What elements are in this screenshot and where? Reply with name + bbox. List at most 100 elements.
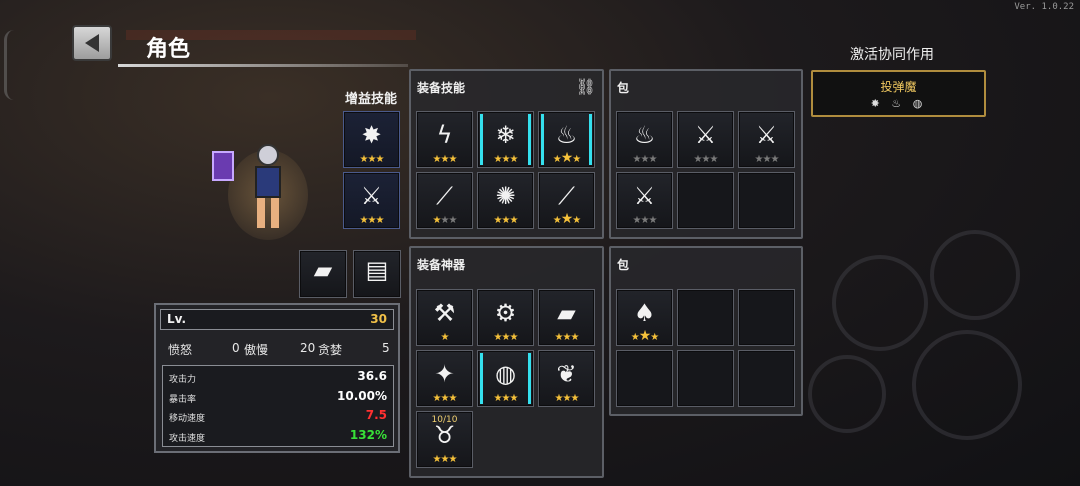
star-filled-icon: ★ — [509, 154, 518, 165]
empty-slot[interactable] — [677, 289, 734, 346]
background-arc — [4, 30, 20, 100]
star-rating: ★★★ — [417, 154, 472, 166]
burst-icon: ✺ — [495, 182, 516, 211]
fire-orb-icon: ♨ — [633, 121, 656, 150]
fire-orb-icon: ♨ — [555, 121, 578, 150]
star-rating: ★★★ — [539, 150, 594, 166]
empty-slot[interactable] — [738, 350, 795, 407]
item-slot[interactable]: ⚔ ★★★ — [738, 111, 795, 168]
star-filled-icon: ★ — [432, 454, 442, 465]
item-slot[interactable]: ▰ ★★★ — [538, 289, 595, 346]
star-filled-icon: ★ — [448, 393, 457, 404]
empty-slot[interactable] — [677, 350, 734, 407]
stat-row: 移动速度 7.5 — [169, 408, 387, 426]
sword-icon: ⚔ — [755, 121, 778, 150]
star-rating: ★★★ — [344, 154, 399, 166]
gear-icon: ⚙ — [494, 299, 517, 328]
sword-icon: ⚔ — [633, 182, 656, 211]
star-rating: ★★★ — [478, 393, 533, 405]
star-filled-icon: ★ — [509, 393, 518, 404]
star-filled-icon: ★ — [560, 150, 574, 166]
item-slot[interactable]: ▰ — [299, 250, 347, 298]
sin-value: 5 — [382, 341, 390, 355]
stat-row: 暴击率 10.00% — [169, 389, 387, 407]
item-slot[interactable]: ⟋ ★★★ — [538, 172, 595, 229]
character-sprite — [245, 140, 291, 234]
star-filled-icon: ★ — [448, 454, 457, 465]
item-slot[interactable]: ♨ ★★★ — [538, 111, 595, 168]
star-filled-icon: ★ — [440, 332, 450, 343]
empty-slot[interactable] — [738, 289, 795, 346]
claw-icon: ❦ — [556, 360, 577, 389]
empty-slot[interactable] — [616, 350, 673, 407]
meat-icon: ◍ — [495, 360, 516, 389]
background-attack-button — [912, 330, 1022, 440]
star-rating: ★★★ — [617, 215, 672, 227]
title-underline — [118, 64, 408, 67]
item-slot[interactable]: ⚔ ★★★ — [616, 172, 673, 229]
stat-row: 攻击速度 132% — [169, 428, 387, 446]
item-slot[interactable]: ✺ ★★★ — [477, 172, 534, 229]
stat-label: 暴击率 — [169, 394, 197, 405]
item-slot[interactable]: ❦ ★★★ — [538, 350, 595, 407]
item-slot[interactable]: ♨ ★★★ — [616, 111, 673, 168]
star-filled-icon: ★ — [650, 332, 659, 343]
sin-label: 傲慢 — [244, 343, 269, 357]
star-filled-icon: ★ — [359, 215, 369, 226]
sin-value: 0 — [232, 341, 240, 355]
star-empty-icon: ★ — [632, 215, 642, 226]
star-rating: ★★★ — [539, 212, 594, 227]
star-filled-icon: ★ — [509, 332, 518, 343]
star-filled-icon: ★ — [493, 215, 503, 226]
item-slot[interactable]: ✦ ★★★ — [416, 350, 473, 407]
star-filled-icon: ★ — [493, 393, 503, 404]
synergy-icons: ✸ ♨ ◍ — [870, 97, 927, 110]
bomb-icon: ✸ — [361, 121, 382, 150]
item-slot[interactable]: ❄ ★★★ — [477, 111, 534, 168]
page-title: 角色 — [146, 37, 191, 62]
star-empty-icon: ★ — [693, 154, 703, 165]
star-filled-icon: ★ — [630, 332, 640, 343]
item-slot[interactable]: ⚙ ★★★ — [477, 289, 534, 346]
star-filled-icon: ★ — [375, 154, 384, 165]
link-icon[interactable]: ⛓ — [576, 77, 596, 96]
item-slot[interactable]: ⚔ ★★★ — [343, 172, 400, 229]
sin-label: 贪婪 — [318, 343, 343, 357]
star-filled-icon: ★ — [552, 215, 562, 226]
star-filled-icon: ★ — [509, 215, 518, 226]
back-button[interactable] — [72, 25, 112, 61]
star-rating: ★★★ — [417, 215, 472, 227]
star-filled-icon: ★ — [493, 332, 503, 343]
star-filled-icon: ★ — [432, 154, 442, 165]
star-rating: ★★★ — [617, 328, 672, 344]
item-slot[interactable]: ◍ ★★★ — [477, 350, 534, 407]
character-body — [255, 166, 281, 198]
star-empty-icon: ★ — [709, 154, 718, 165]
sin-label: 愤怒 — [168, 343, 193, 357]
stat-label: 攻击力 — [169, 375, 197, 385]
item-slot[interactable]: ▤ — [353, 250, 401, 298]
synergy-card[interactable]: 投弹魔 ✸ ♨ ◍ — [811, 70, 986, 117]
item-slot[interactable]: ⚔ ★★★ — [677, 111, 734, 168]
frost-orb-icon: ❄ — [495, 121, 516, 150]
back-arrow-icon — [85, 34, 99, 52]
item-slot[interactable]: ✸ ★★★ — [343, 111, 400, 168]
item-slot[interactable]: ϟ ★★★ — [416, 111, 473, 168]
empty-slot[interactable] — [677, 172, 734, 229]
empty-slot[interactable] — [738, 172, 795, 229]
star-rating: ★★★ — [417, 393, 472, 405]
item-slot[interactable]: ⚒ ★ — [416, 289, 473, 346]
lightning-orb-icon: ϟ — [436, 121, 453, 150]
purple-book-icon: ▰ — [313, 256, 333, 285]
item-slot[interactable]: 10/10 ♉ ★★★ — [416, 411, 473, 468]
star-filled-icon: ★ — [638, 328, 652, 344]
spear-icon: ⟋ — [436, 182, 453, 211]
character-leg — [257, 198, 265, 228]
purple-book-icon: ▰ — [557, 299, 576, 328]
artifact-bag-title: 包 — [617, 258, 630, 272]
item-slot[interactable]: ⟋ ★★★ — [416, 172, 473, 229]
star-filled-icon: ★ — [359, 154, 369, 165]
star-filled-icon: ★ — [432, 393, 442, 404]
item-slot[interactable]: ♠ ★★★ — [616, 289, 673, 346]
star-empty-icon: ★ — [648, 215, 657, 226]
